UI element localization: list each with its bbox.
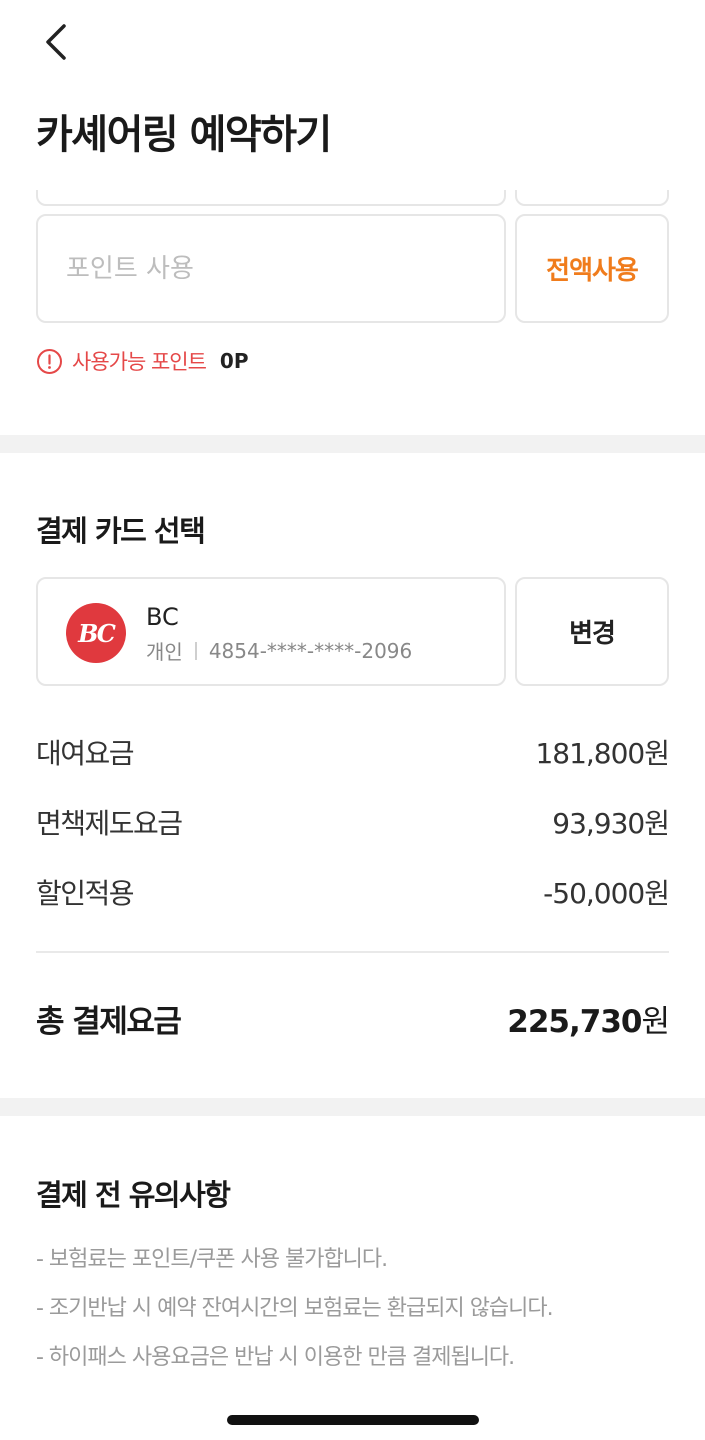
fee-row-insurance: 면책제도요금 93,930원 — [36, 802, 670, 842]
notice-item: - 하이패스 사용요금은 반납 시 이용한 만큼 결제됩니다. — [36, 1345, 515, 1370]
available-points-label: 사용가능 포인트 — [72, 350, 207, 374]
fee-label: 면책제도요금 — [36, 807, 183, 840]
fee-row-discount: 할인적용 -50,000원 — [36, 872, 670, 912]
chevron-left-icon — [46, 24, 66, 60]
header: 카셰어링 예약하기 — [0, 0, 705, 190]
total-value: 225,730원 — [507, 996, 670, 1041]
total-row: 총 결제요금 225,730원 — [36, 996, 670, 1041]
notice-title: 결제 전 유의사항 — [36, 1178, 231, 1212]
notice-item: - 조기반납 시 예약 잔여시간의 보험료는 환급되지 않습니다. — [36, 1296, 554, 1321]
card-detail-separator — [194, 641, 197, 660]
page-title: 카셰어링 예약하기 — [36, 112, 332, 158]
fee-label: 대여요금 — [36, 737, 135, 770]
fee-label: 할인적용 — [36, 877, 135, 910]
info-icon — [37, 348, 62, 374]
total-amount: 225,730 — [507, 1003, 642, 1040]
available-points-info: 사용가능 포인트 0P — [36, 346, 249, 376]
fee-value: 181,800원 — [535, 737, 670, 770]
home-indicator — [227, 1415, 479, 1425]
available-points-value: 0P — [219, 349, 249, 373]
card-name: BC — [146, 603, 179, 631]
reservation-page: 카셰어링 예약하기 전액사용 사용가능 포인트 0P 결제 카드 선택 BC B… — [0, 0, 705, 1440]
bc-card-logo: BC — [66, 603, 126, 663]
card-section-title: 결제 카드 선택 — [36, 514, 206, 548]
total-unit: 원 — [641, 1003, 670, 1040]
fee-divider — [36, 951, 669, 953]
back-button[interactable] — [36, 20, 80, 64]
change-card-button[interactable]: 변경 — [515, 577, 669, 686]
total-label: 총 결제요금 — [36, 1003, 182, 1040]
section-divider — [0, 1098, 705, 1116]
fee-row-rental: 대여요금 181,800원 — [36, 732, 670, 772]
section-divider — [0, 435, 705, 453]
card-number: 4854-****-****-2096 — [208, 638, 413, 663]
selected-card[interactable]: BC BC 개인 4854-****-****-2096 — [36, 577, 506, 686]
notice-item: - 보험료는 포인트/쿠폰 사용 불가합니다. — [36, 1247, 388, 1272]
card-type: 개인 — [146, 640, 183, 664]
use-all-points-button[interactable]: 전액사용 — [515, 214, 669, 323]
fee-value: -50,000원 — [543, 877, 670, 910]
fee-value: 93,930원 — [552, 807, 670, 840]
point-input[interactable] — [36, 214, 506, 323]
card-detail: 개인 4854-****-****-2096 — [146, 636, 412, 665]
